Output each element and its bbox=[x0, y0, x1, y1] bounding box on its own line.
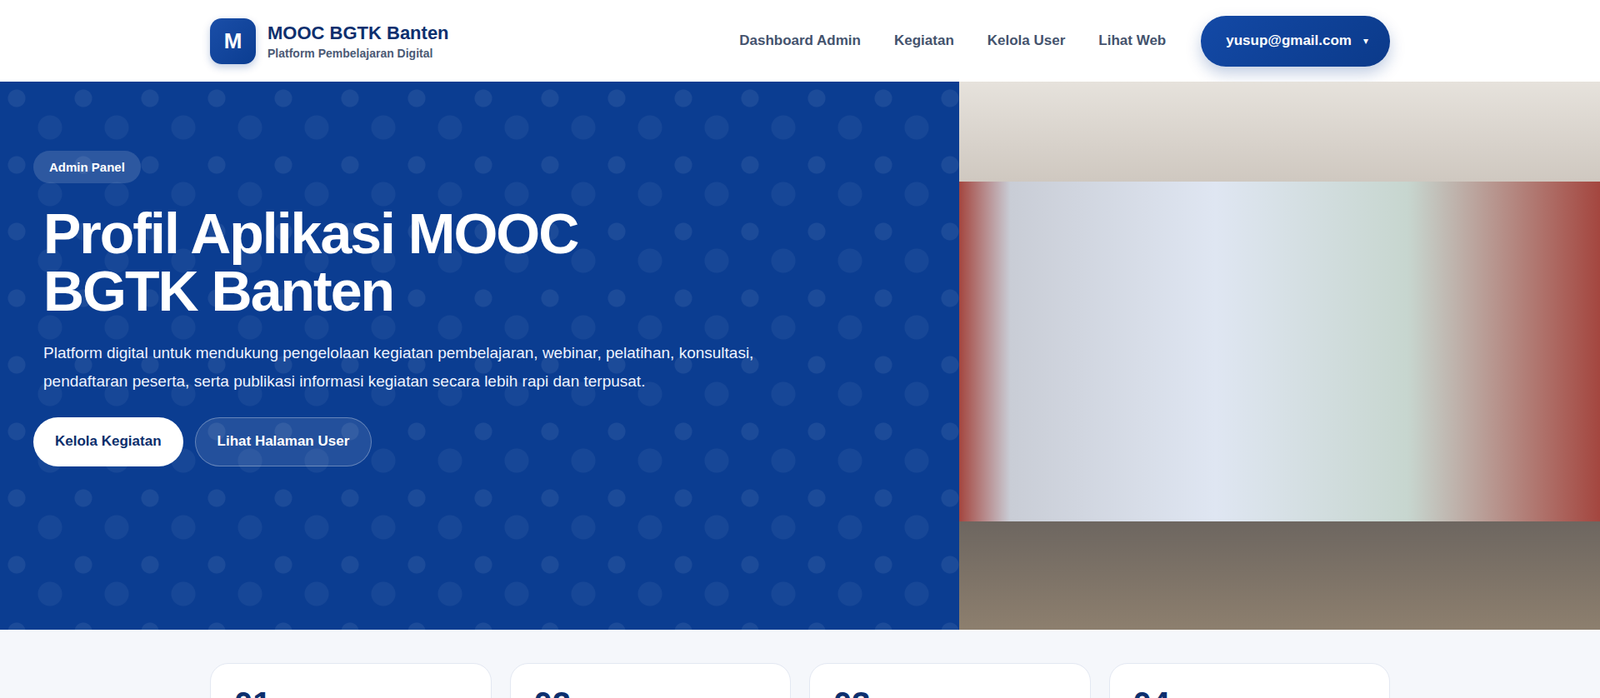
hero-badge: Admin Panel bbox=[33, 150, 141, 184]
caret-icon: ▾ bbox=[1363, 35, 1369, 47]
hero-title: Profil Aplikasi MOOC BGTK Banten bbox=[43, 205, 677, 321]
hero-photo bbox=[959, 81, 1600, 630]
admin-page: M MOOC BGTK BantenPlatform Pembelajaran D… bbox=[0, 0, 1600, 698]
nav-link[interactable]: Kelola User bbox=[987, 32, 1066, 50]
nav-link[interactable]: Kegiatan bbox=[894, 32, 955, 50]
user-menu-button[interactable]: yusup@gmail.com ▾ bbox=[1200, 15, 1390, 67]
stat-number: 01 bbox=[234, 685, 468, 698]
hero-button[interactable]: Lihat Halaman User bbox=[195, 417, 373, 467]
stat-card: 01 bbox=[210, 663, 492, 698]
stat-number: 03 bbox=[833, 685, 1067, 698]
brand[interactable]: M MOOC BGTK BantenPlatform Pembelajaran D… bbox=[210, 18, 450, 65]
stat-card: 03 bbox=[809, 663, 1091, 698]
stats-row: 01 02 03 04 bbox=[210, 630, 1390, 698]
brand-subtitle: Platform Pembelajaran Digital bbox=[267, 46, 450, 60]
hero-content: Admin Panel Profil Aplikasi MOOC BGTK Ban… bbox=[0, 81, 960, 630]
nav-link[interactable]: Lihat Web bbox=[1098, 32, 1166, 50]
user-email: yusup@gmail.com bbox=[1225, 32, 1352, 50]
stat-card: 04 bbox=[1109, 663, 1391, 698]
stat-card: 02 bbox=[510, 663, 792, 698]
logo-icon: M bbox=[210, 18, 256, 65]
top-bar: M MOOC BGTK BantenPlatform Pembelajaran D… bbox=[0, 0, 1600, 82]
nav-link[interactable]: Dashboard Admin bbox=[739, 32, 861, 50]
hero-description: Platform digital untuk mendukung pengelo… bbox=[43, 339, 769, 396]
brand-title: MOOC BGTK Banten bbox=[267, 22, 450, 45]
stat-number: 04 bbox=[1133, 685, 1367, 698]
hero-button[interactable]: Kelola Kegiatan bbox=[33, 417, 184, 467]
stat-number: 02 bbox=[534, 685, 768, 698]
main-nav: Dashboard Admin Kegiatan Kelola User Lihat … bbox=[739, 15, 1390, 67]
hero: Admin Panel Profil Aplikasi MOOC BGTK Ban… bbox=[0, 81, 1600, 630]
